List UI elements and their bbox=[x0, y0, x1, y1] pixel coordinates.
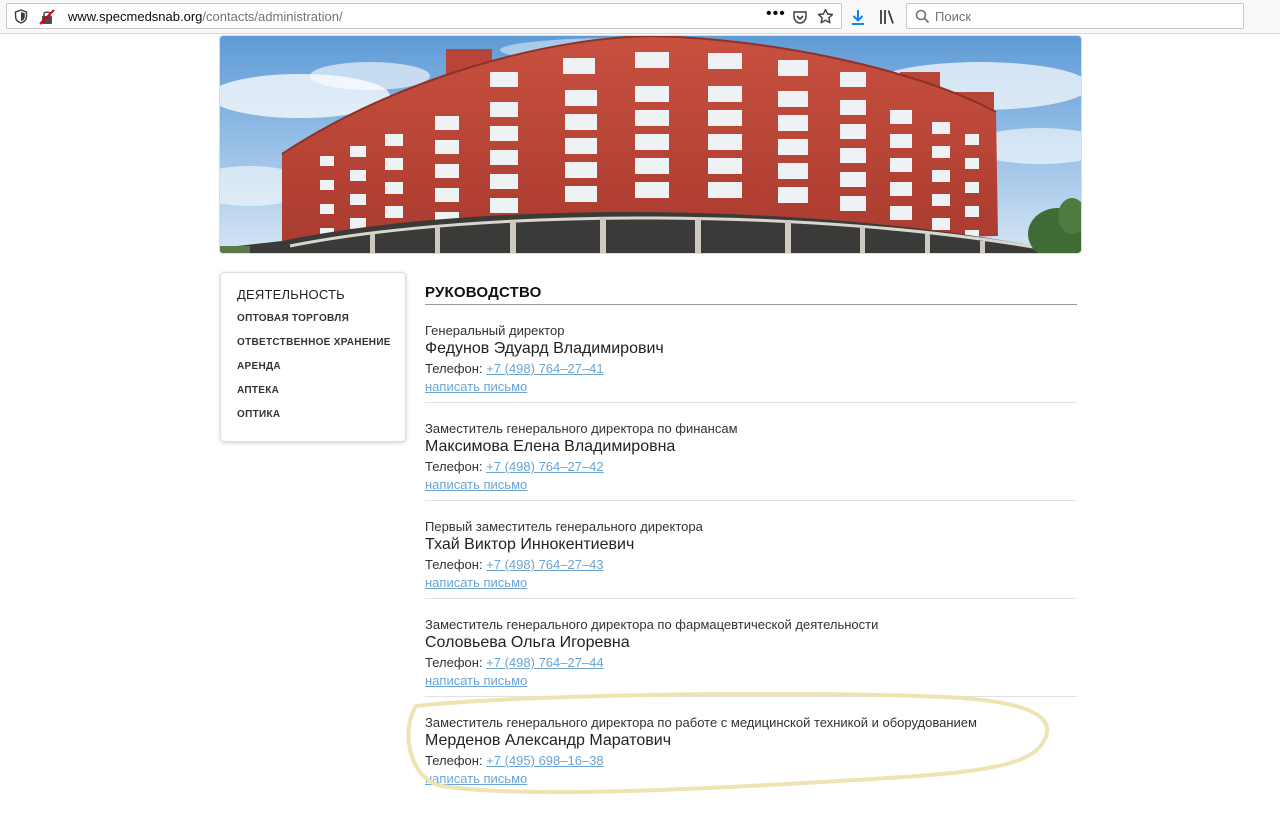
write-letter-link[interactable]: написать письмо bbox=[425, 378, 1077, 395]
phone-label: Телефон: bbox=[425, 557, 483, 572]
page-actions-icon[interactable]: ••• bbox=[766, 5, 786, 23]
search-bar[interactable] bbox=[906, 3, 1244, 29]
person-phone-row: Телефон: +7 (495) 698–16–38 bbox=[425, 752, 1077, 770]
person-role: Генеральный директор bbox=[425, 323, 565, 338]
activity-sidebar: ДЕЯТЕЛЬНОСТЬ ОПТОВАЯ ТОРГОВЛЯ ОТВЕТСТВЕН… bbox=[220, 272, 406, 442]
sidebar-item-pharmacy[interactable]: АПТЕКА bbox=[237, 384, 405, 408]
phone-link[interactable]: +7 (498) 764–27–41 bbox=[486, 361, 603, 376]
address-bar[interactable]: www.specmedsnab.org/contacts/administrat… bbox=[6, 3, 842, 29]
person-card: Заместитель генерального директора по фа… bbox=[425, 599, 1077, 697]
sidebar-item-optics[interactable]: ОПТИКА bbox=[237, 408, 405, 432]
hero-banner bbox=[219, 35, 1082, 254]
write-letter-link[interactable]: написать письмо bbox=[425, 574, 1077, 591]
bookmark-star-icon[interactable] bbox=[817, 8, 834, 25]
phone-link[interactable]: +7 (498) 764–27–42 bbox=[486, 459, 603, 474]
download-icon[interactable] bbox=[849, 8, 867, 26]
phone-link[interactable]: +7 (498) 764–27–44 bbox=[486, 655, 603, 670]
insecure-lock-icon[interactable] bbox=[39, 9, 55, 25]
management-content: РУКОВОДСТВО Генеральный директор Федунов… bbox=[425, 284, 1077, 795]
person-name: Тхай Виктор Иннокентиевич bbox=[425, 536, 635, 553]
person-phone-row: Телефон: +7 (498) 764–27–43 bbox=[425, 556, 1077, 574]
tracking-shield-icon[interactable] bbox=[14, 9, 28, 24]
write-letter-link[interactable]: написать письмо bbox=[425, 476, 1077, 493]
person-phone-row: Телефон: +7 (498) 764–27–44 bbox=[425, 654, 1077, 672]
phone-label: Телефон: bbox=[425, 655, 483, 670]
search-icon bbox=[915, 9, 930, 24]
person-name: Максимова Елена Владимировна bbox=[425, 438, 676, 455]
url-path: /contacts/administration/ bbox=[202, 9, 343, 24]
library-icon[interactable] bbox=[878, 8, 896, 26]
page-title: РУКОВОДСТВО bbox=[425, 284, 1077, 305]
browser-toolbar: www.specmedsnab.org/contacts/administrat… bbox=[0, 0, 1280, 34]
person-card: Заместитель генерального директора по фи… bbox=[425, 403, 1077, 501]
url-host: www.specmedsnab.org bbox=[68, 9, 203, 24]
person-role: Заместитель генерального директора по ра… bbox=[425, 715, 977, 730]
sidebar-item-rent[interactable]: АРЕНДА bbox=[237, 360, 405, 384]
phone-label: Телефон: bbox=[425, 361, 483, 376]
phone-link[interactable]: +7 (498) 764–27–43 bbox=[486, 557, 603, 572]
person-card: Генеральный директор Федунов Эдуард Влад… bbox=[425, 305, 1077, 403]
phone-link[interactable]: +7 (495) 698–16–38 bbox=[486, 753, 603, 768]
person-role: Первый заместитель генерального директор… bbox=[425, 519, 703, 534]
building-photo bbox=[220, 36, 1081, 253]
sidebar-title: ДЕЯТЕЛЬНОСТЬ bbox=[237, 287, 345, 302]
pocket-icon[interactable] bbox=[792, 9, 808, 25]
write-letter-link[interactable]: написать письмо bbox=[425, 672, 1077, 689]
person-role: Заместитель генерального директора по фи… bbox=[425, 421, 738, 436]
person-phone-row: Телефон: +7 (498) 764–27–42 bbox=[425, 458, 1077, 476]
person-name: Мерденов Александр Маратович bbox=[425, 732, 672, 749]
url-text[interactable]: www.specmedsnab.org/contacts/administrat… bbox=[68, 9, 343, 24]
sidebar-item-wholesale[interactable]: ОПТОВАЯ ТОРГОВЛЯ bbox=[237, 312, 405, 336]
phone-label: Телефон: bbox=[425, 459, 483, 474]
phone-label: Телефон: bbox=[425, 753, 483, 768]
write-letter-link[interactable]: написать письмо bbox=[425, 770, 1077, 787]
person-phone-row: Телефон: +7 (498) 764–27–41 bbox=[425, 360, 1077, 378]
person-name: Соловьева Ольга Игоревна bbox=[425, 634, 630, 651]
person-name: Федунов Эдуард Владимирович bbox=[425, 340, 664, 357]
person-role: Заместитель генерального директора по фа… bbox=[425, 617, 879, 632]
person-card: Первый заместитель генерального директор… bbox=[425, 501, 1077, 599]
search-input[interactable] bbox=[935, 7, 1235, 25]
person-card: Заместитель генерального директора по ра… bbox=[425, 697, 1077, 795]
sidebar-item-storage[interactable]: ОТВЕТСТВЕННОЕ ХРАНЕНИЕ bbox=[237, 336, 405, 360]
